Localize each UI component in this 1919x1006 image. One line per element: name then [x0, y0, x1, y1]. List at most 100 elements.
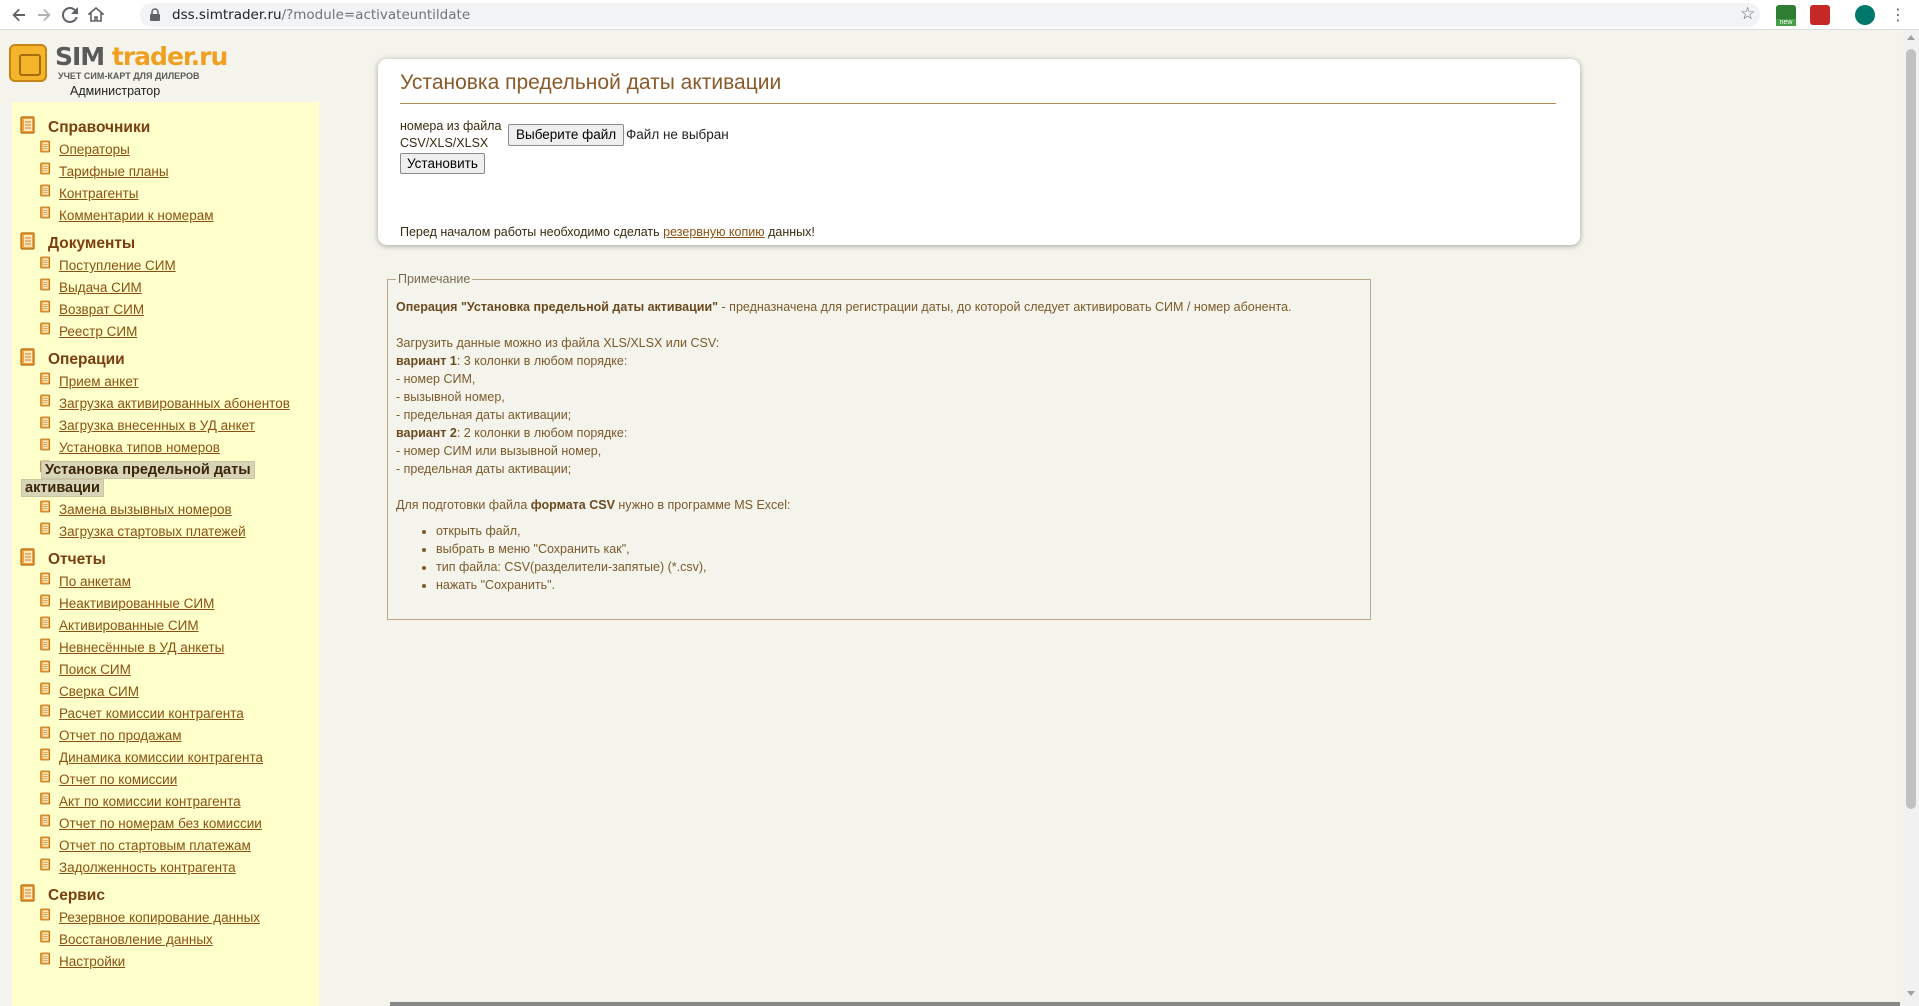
home-icon[interactable] — [85, 4, 107, 26]
active-item-label[interactable]: Установка предельной даты активации — [22, 461, 254, 497]
extension-new-icon[interactable]: new — [1776, 5, 1796, 26]
sidebar-item[interactable]: Комментарии к номерам — [40, 204, 319, 226]
forward-arrow-icon[interactable] — [33, 4, 55, 26]
sidebar-item[interactable]: Отчет по комиссии — [40, 768, 319, 790]
sidebar-item[interactable]: Замена вызывных номеров — [40, 498, 319, 520]
sidebar-item[interactable]: Загрузка внесенных в УД анкет — [40, 414, 319, 436]
browser-menu-icon[interactable]: ⋮ — [1890, 4, 1906, 26]
sidebar-item-label[interactable]: Расчет комиссии контрагента — [59, 706, 244, 721]
backup-link[interactable]: резервную копию — [663, 225, 764, 239]
page-content: SIM trader.ru УЧЕТ СИМ-КАРТ ДЛЯ ДИЛЕРОВ … — [0, 31, 1903, 1006]
sidebar-item[interactable]: Динамика комиссии контрагента — [40, 746, 319, 768]
sidebar-item-label[interactable]: Динамика комиссии контрагента — [59, 750, 263, 765]
book-icon — [40, 930, 51, 943]
sidebar-item[interactable]: Отчет по стартовым платежам — [40, 834, 319, 856]
sidebar-item-label[interactable]: Установка типов номеров — [59, 440, 220, 455]
sidebar-item[interactable]: Возврат СИМ — [40, 298, 319, 320]
sidebar-item[interactable]: Тарифные планы — [40, 160, 319, 182]
sidebar-item-label[interactable]: Акт по комиссии контрагента — [59, 794, 241, 809]
sidebar-item[interactable]: Неактивированные СИМ — [40, 592, 319, 614]
sidebar-item[interactable]: Выдача СИМ — [40, 276, 319, 298]
sidebar-item-label[interactable]: Невнесённые в УД анкеты — [59, 640, 224, 655]
sidebar-item-label[interactable]: Неактивированные СИМ — [59, 596, 214, 611]
sidebar-item-label[interactable]: Загрузка внесенных в УД анкет — [59, 418, 255, 433]
sidebar-item-label[interactable]: Отчет по продажам — [59, 728, 182, 743]
sidebar-item-label[interactable]: Отчет по комиссии — [59, 772, 177, 787]
sidebar-item[interactable]: Резервное копирование данных — [40, 906, 319, 928]
operation-form-card: Установка предельной даты активации номе… — [378, 59, 1580, 245]
sidebar-item-label[interactable]: Тарифные планы — [59, 164, 169, 179]
vertical-scrollbar[interactable] — [1903, 31, 1919, 1006]
book-icon — [40, 682, 51, 695]
sidebar-item[interactable]: Отчет по номерам без комиссии — [40, 812, 319, 834]
sidebar-item[interactable]: Прием анкет — [40, 370, 319, 392]
sidebar-item[interactable]: Реестр СИМ — [40, 320, 319, 342]
scroll-thumb[interactable] — [1906, 49, 1916, 809]
sidebar-item-active[interactable]: Установка предельной даты активации — [22, 458, 319, 498]
sidebar-item-label[interactable]: Задолженность контрагента — [59, 860, 236, 875]
sim-chip-icon — [9, 44, 47, 82]
scroll-up-arrow-icon[interactable] — [1907, 35, 1915, 40]
sidebar-item[interactable]: Восстановление данных — [40, 928, 319, 950]
book-icon — [40, 792, 51, 805]
note-body: Операция "Установка предельной даты акти… — [396, 298, 1292, 594]
book-icon — [40, 438, 51, 451]
page-title: Установка предельной даты активации — [400, 71, 782, 94]
sidebar-item[interactable]: Задолженность контрагента — [40, 856, 319, 878]
sidebar-item[interactable]: По анкетам — [40, 570, 319, 592]
set-date-button[interactable]: Установить — [400, 153, 485, 174]
sidebar-item[interactable]: Операторы — [40, 138, 319, 160]
back-arrow-icon[interactable] — [8, 4, 30, 26]
sidebar-item[interactable]: Активированные СИМ — [40, 614, 319, 636]
section-book-icon — [20, 232, 36, 250]
sidebar-item-label[interactable]: Реестр СИМ — [59, 324, 137, 339]
sidebar-item-label[interactable]: По анкетам — [59, 574, 131, 589]
sidebar-item[interactable]: Поиск СИМ — [40, 658, 319, 680]
sidebar-item[interactable]: Настройки — [40, 950, 319, 972]
bookmark-star-icon[interactable]: ☆ — [1740, 4, 1760, 24]
sidebar-item-label[interactable]: Замена вызывных номеров — [59, 502, 232, 517]
site-logo[interactable]: SIM trader.ru УЧЕТ СИМ-КАРТ ДЛЯ ДИЛЕРОВ — [9, 44, 228, 86]
extension-pdf-icon[interactable] — [1810, 5, 1830, 25]
profile-avatar-icon[interactable] — [1855, 5, 1875, 25]
csv-steps-list: открыть файл, выбрать в меню "Сохранить … — [436, 522, 1292, 594]
sidebar-item-label[interactable]: Выдача СИМ — [59, 280, 142, 295]
sidebar-item-label[interactable]: Загрузка активированных абонентов — [59, 396, 290, 411]
book-icon — [40, 140, 51, 153]
sidebar-item[interactable]: Загрузка активированных абонентов — [40, 392, 319, 414]
address-bar[interactable]: dss.simtrader.ru/?module=activateuntilda… — [140, 3, 1760, 27]
sidebar-item-label[interactable]: Сверка СИМ — [59, 684, 139, 699]
book-icon — [40, 256, 51, 269]
sidebar-item-label[interactable]: Настройки — [59, 954, 125, 969]
sidebar-item-label[interactable]: Резервное копирование данных — [59, 910, 260, 925]
sidebar-item[interactable]: Отчет по продажам — [40, 724, 319, 746]
sidebar-item-label[interactable]: Контрагенты — [59, 186, 139, 201]
browser-toolbar: dss.simtrader.ru/?module=activateuntilda… — [0, 0, 1919, 30]
sidebar-item[interactable]: Невнесённые в УД анкеты — [40, 636, 319, 658]
sidebar-item-label[interactable]: Активированные СИМ — [59, 618, 199, 633]
sidebar-item-label[interactable]: Прием анкет — [59, 374, 139, 389]
reload-icon[interactable] — [59, 4, 81, 26]
scroll-down-arrow-icon[interactable] — [1907, 991, 1915, 996]
sidebar-item-label[interactable]: Поиск СИМ — [59, 662, 131, 677]
sidebar-item[interactable]: Установка типов номеров — [40, 436, 319, 458]
sidebar-item-label[interactable]: Поступление СИМ — [59, 258, 176, 273]
sidebar-item-label[interactable]: Комментарии к номерам — [59, 208, 214, 223]
sidebar-item-label[interactable]: Возврат СИМ — [59, 302, 144, 317]
title-divider — [400, 103, 1556, 104]
list-item: тип файла: CSV(разделители-запятые) (*.c… — [436, 558, 1292, 576]
sidebar-item[interactable]: Поступление СИМ — [40, 254, 319, 276]
sidebar-item-label[interactable]: Отчет по номерам без комиссии — [59, 816, 262, 831]
sidebar-item-label[interactable]: Загрузка стартовых платежей — [59, 524, 246, 539]
sidebar-item[interactable]: Акт по комиссии контрагента — [40, 790, 319, 812]
sidebar-item[interactable]: Загрузка стартовых платежей — [40, 520, 319, 542]
sidebar-item-label[interactable]: Восстановление данных — [59, 932, 213, 947]
sidebar-section-header: Операции — [20, 348, 319, 370]
sidebar-item-label[interactable]: Отчет по стартовым платежам — [59, 838, 251, 853]
sidebar-item[interactable]: Контрагенты — [40, 182, 319, 204]
sidebar-item[interactable]: Расчет комиссии контрагента — [40, 702, 319, 724]
choose-file-button[interactable]: Выберите файл — [508, 124, 625, 146]
sidebar-item-label[interactable]: Операторы — [59, 142, 130, 157]
sidebar-item[interactable]: Сверка СИМ — [40, 680, 319, 702]
backup-warning: Перед началом работы необходимо сделать … — [400, 225, 815, 239]
